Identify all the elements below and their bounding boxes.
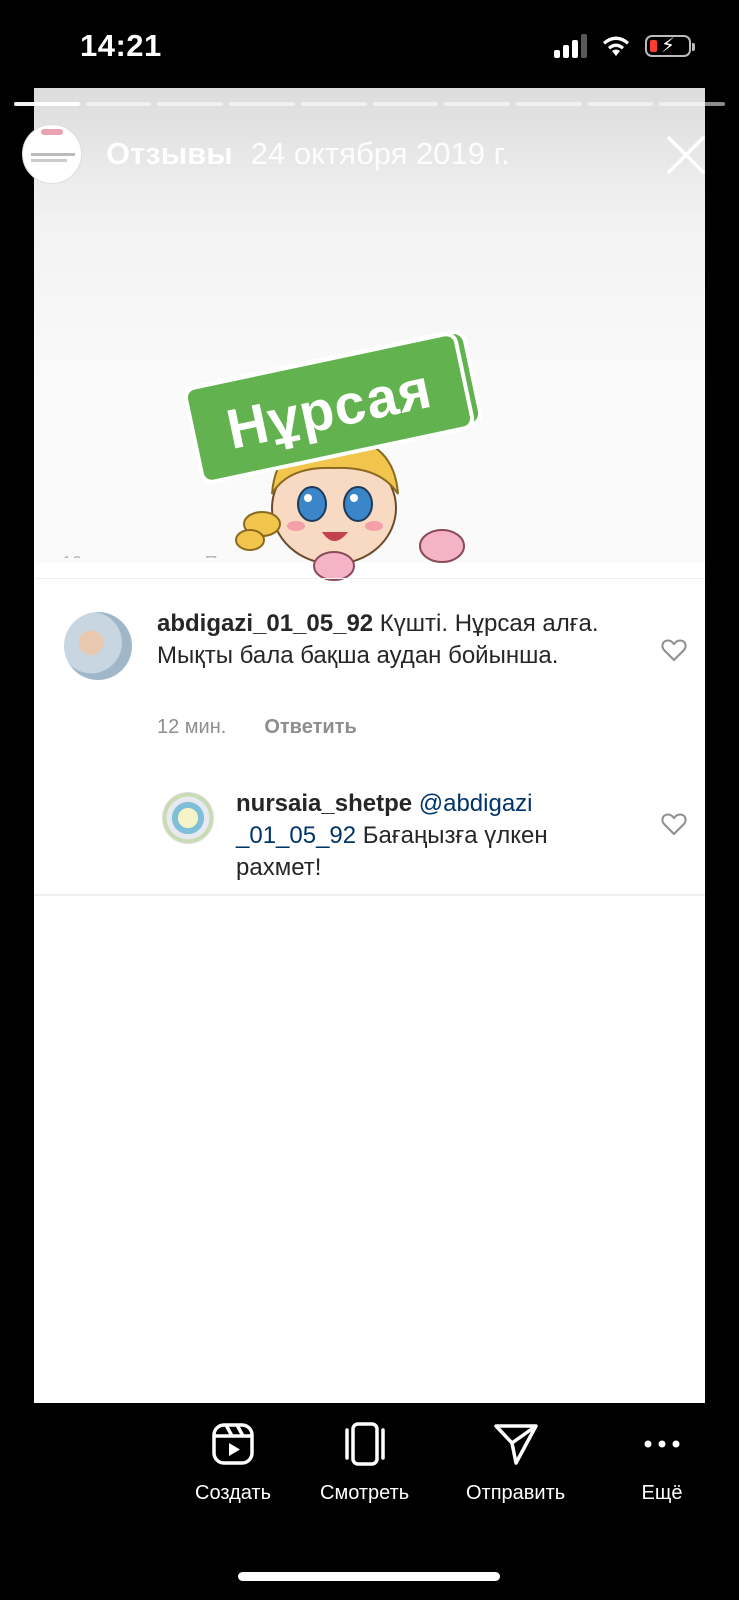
progress-segment [659,102,726,106]
battery-low-charging-icon: ⚡ [645,35,695,57]
progress-segment [444,102,510,106]
progress-segment [515,102,582,106]
story-screen: 14:21 ⚡ Нұрсая abdigazi_01_05_92 Күшті. … [0,0,739,1600]
comment-meta: 12 мин. Ответить [157,716,357,739]
watch-icon [344,1422,385,1466]
comment-username[interactable]: abdigazi_01_05_92 [157,610,373,637]
send-button[interactable]: Отправить [466,1420,565,1505]
comment-time: 12 мин. [157,716,227,738]
cellular-signal-icon [554,34,587,58]
like-heart-icon[interactable] [661,812,687,836]
story-progress-bars [14,102,726,106]
partially-hidden-meta: 10 часов назад · Показать перевод [62,548,355,558]
comment-text: abdigazi_01_05_92 Күшті. Нұрсая алға. Мы… [157,608,607,672]
story-header: Отзывы 24 октября 2019 г. [22,124,510,184]
comment-username[interactable]: nursaia_shetpe [236,790,412,817]
watch-button[interactable]: Смотреть [320,1420,409,1505]
progress-segment [372,102,439,106]
progress-segment [85,102,152,106]
avatar[interactable] [64,612,132,680]
like-heart-icon[interactable] [661,638,687,662]
close-icon[interactable] [665,134,707,176]
highlight-title[interactable]: Отзывы [106,136,233,172]
wifi-icon [603,36,629,56]
divider [34,894,705,896]
reels-create-icon [212,1423,254,1465]
progress-segment [229,102,295,106]
send-label: Отправить [466,1482,566,1504]
avatar[interactable] [162,792,214,844]
create-label: Создать [195,1482,272,1504]
progress-segment [14,102,80,106]
watch-label: Смотреть [320,1482,410,1504]
reply-button[interactable]: Ответить [264,716,356,739]
more-label: Ещё [641,1482,683,1504]
divider [34,578,705,579]
progress-segment [157,102,224,106]
story-date: 24 октября 2019 г. [250,136,510,171]
more-dots-icon [644,1440,680,1448]
status-time: 14:21 [80,28,162,63]
home-indicator[interactable] [238,1572,500,1581]
status-icons: ⚡ [554,34,695,58]
status-bar: 14:21 ⚡ [0,0,739,90]
bottom-toolbar: Создать Смотреть Отправить Ещё [0,1420,739,1520]
progress-segment [300,102,367,106]
comment-text: nursaia_shetpe @abdigazi _01_05_92 Бағаң… [236,788,606,884]
more-button[interactable]: Ещё [638,1420,686,1505]
story-content[interactable]: Нұрсая 10 часов назад · Показать перевод… [34,88,705,1403]
progress-segment [587,102,654,106]
highlight-avatar[interactable] [22,124,82,184]
send-paper-plane-icon [493,1424,538,1465]
create-button[interactable]: Создать [195,1420,271,1505]
